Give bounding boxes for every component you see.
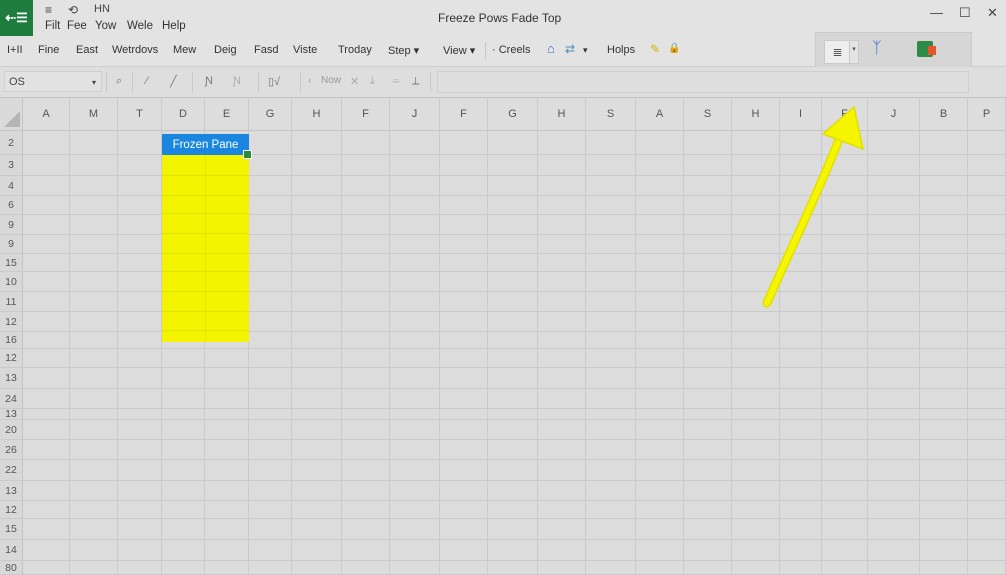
annotation-arrow-shaft-fill	[764, 139, 841, 306]
annotation-arrow-head	[821, 105, 865, 151]
annotation-arrow	[762, 105, 865, 308]
